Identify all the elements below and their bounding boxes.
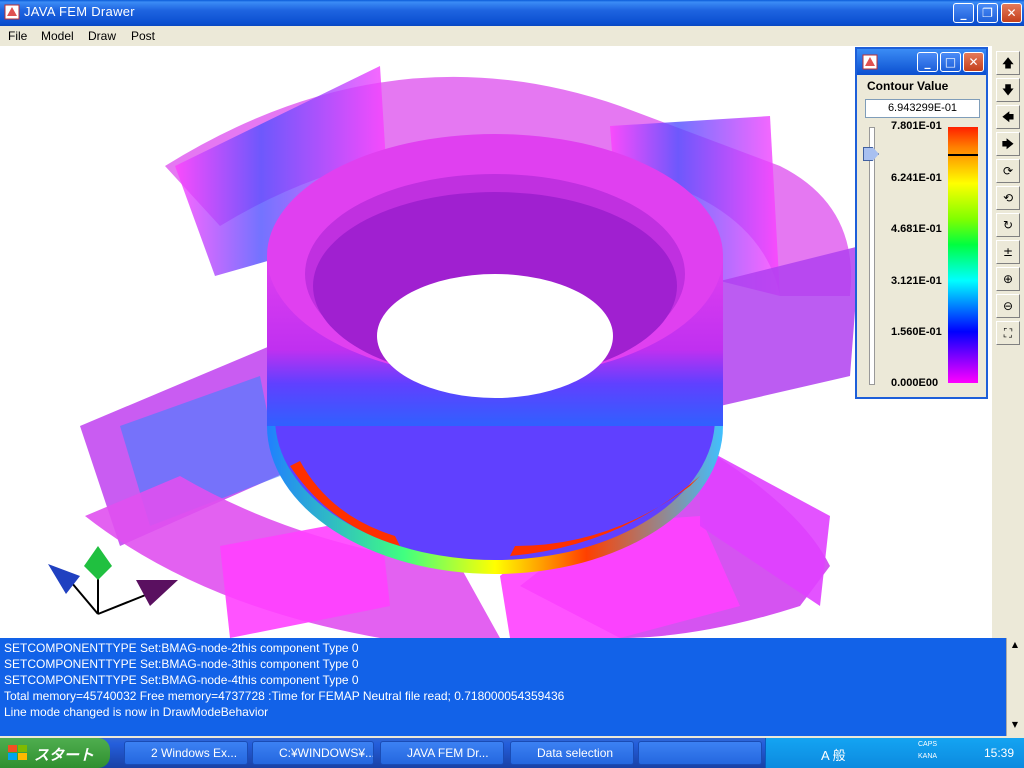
window-title: JAVA FEM Drawer	[24, 4, 135, 19]
pan-down-button[interactable]: 🡇	[996, 78, 1020, 102]
window-titlebar[interactable]: JAVA FEM Drawer _ ❐ ✕	[0, 0, 1024, 26]
contour-value-field[interactable]: 6.943299E-01	[865, 99, 980, 118]
contour-slider-track[interactable]	[869, 127, 875, 385]
model-viewport[interactable]	[0, 46, 992, 638]
console-scrollbar[interactable]: ▲ ▼	[1006, 638, 1024, 736]
contour-tick: 4.681E-01	[891, 223, 942, 235]
app-icon	[862, 54, 878, 70]
console-line: SETCOMPONENTTYPE Set:BMAG-node-3this com…	[4, 657, 359, 671]
clock: 15:39	[984, 746, 1015, 760]
rotate-y-button[interactable]: ⟲	[996, 186, 1020, 210]
console-line: SETCOMPONENTTYPE Set:BMAG-node-2this com…	[4, 641, 359, 655]
close-button[interactable]: ✕	[1001, 3, 1022, 23]
contour-tick: 0.000E00	[891, 377, 939, 389]
contour-legend-window[interactable]: _ □ ✕ Contour Value 6.943299E-01 7.801E-…	[855, 47, 988, 399]
system-tray: A 般 CAPS KANA 15:39	[765, 738, 1024, 768]
contour-slider-thumb[interactable]	[863, 147, 879, 161]
contour-window-titlebar[interactable]: _ □ ✕	[857, 49, 986, 75]
contour-label: Contour Value	[867, 79, 949, 93]
zoom-out-button[interactable]: ⊖	[996, 294, 1020, 318]
minimize-button[interactable]: _	[953, 3, 974, 23]
menu-post[interactable]: Post	[131, 28, 155, 44]
contour-minimize-button[interactable]: _	[917, 52, 938, 72]
contour-value-marker	[948, 154, 978, 156]
task-java-fem[interactable]: JAVA FEM Dr...	[380, 741, 504, 765]
task-cmd[interactable]: C:¥WINDOWS¥...	[252, 741, 374, 765]
pan-right-button[interactable]: 🡆	[996, 132, 1020, 156]
scale-button[interactable]: ±	[996, 240, 1020, 264]
contour-close-button[interactable]: ✕	[963, 52, 984, 72]
rotate-x-button[interactable]: ⟳	[996, 159, 1020, 183]
contour-tick: 6.241E-01	[891, 172, 942, 184]
menu-file[interactable]: File	[8, 28, 27, 44]
task-untitled[interactable]	[638, 741, 762, 765]
contour-tick: 1.560E-01	[891, 326, 942, 338]
menu-bar: File Model Draw Post	[0, 26, 1024, 46]
ime-indicator[interactable]: A 般	[821, 745, 846, 764]
console-output[interactable]: SETCOMPONENTTYPE Set:BMAG-node-2this com…	[0, 638, 1008, 736]
task-explorer[interactable]: 2 Windows Ex...	[124, 741, 248, 765]
maximize-button[interactable]: ❐	[977, 3, 998, 23]
fit-view-button[interactable]: ⛶	[996, 321, 1020, 345]
menu-draw[interactable]: Draw	[88, 28, 116, 44]
console-line: Total memory=45740032 Free memory=473772…	[4, 689, 565, 703]
contour-tick: 3.121E-01	[891, 275, 942, 287]
app-icon	[4, 4, 20, 20]
pan-up-button[interactable]: 🡅	[996, 51, 1020, 75]
rotate-z-button[interactable]: ↻	[996, 213, 1020, 237]
console-line: Line mode changed is now in DrawModeBeha…	[4, 705, 269, 719]
task-data-selection[interactable]: Data selection	[510, 741, 634, 765]
start-label: スタート	[34, 747, 95, 764]
kana-indicator: KANA	[918, 753, 938, 760]
start-button[interactable]: スタート	[0, 738, 110, 768]
caps-indicator: CAPS	[918, 741, 938, 748]
zoom-in-button[interactable]: ⊕	[996, 267, 1020, 291]
fem-model-render	[48, 66, 860, 638]
taskbar: スタート 2 Windows Ex... C:¥WINDOWS¥... JAVA…	[0, 738, 1024, 768]
contour-maximize-button[interactable]: □	[940, 52, 961, 72]
scroll-up-icon[interactable]: ▲	[1009, 640, 1021, 652]
windows-logo-icon	[8, 745, 27, 760]
contour-color-bar	[948, 127, 978, 383]
console-line: SETCOMPONENTTYPE Set:BMAG-node-4this com…	[4, 673, 359, 687]
pan-left-button[interactable]: 🡄	[996, 105, 1020, 129]
menu-model[interactable]: Model	[41, 28, 74, 44]
scroll-down-icon[interactable]: ▼	[1009, 720, 1021, 732]
contour-tick: 7.801E-01	[891, 120, 942, 132]
